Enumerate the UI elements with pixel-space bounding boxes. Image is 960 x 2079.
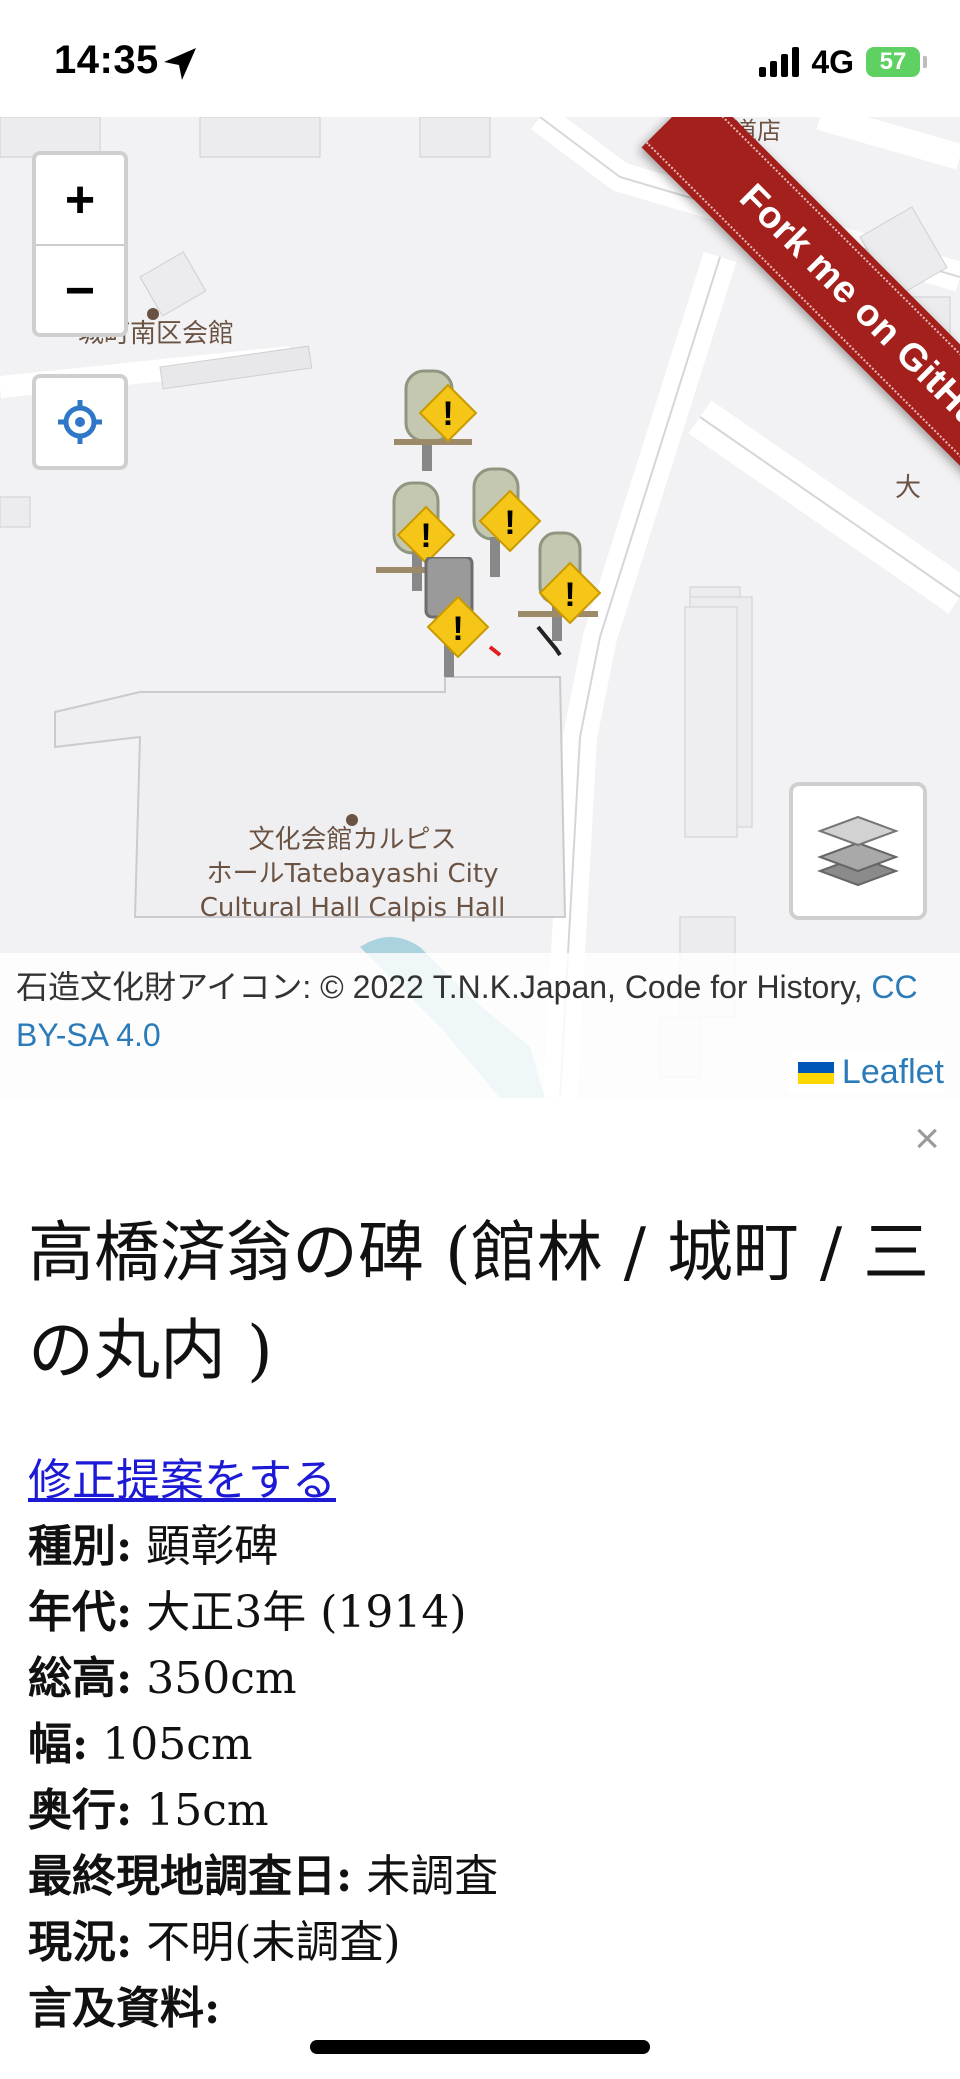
suggest-edit-link[interactable]: 修正提案をする bbox=[28, 1455, 336, 1506]
map-view[interactable]: 城町南区会館 日装道店 大 文化会館カルピス ホールTatebayashi Ci… bbox=[0, 117, 960, 1098]
crosshair-icon bbox=[58, 400, 102, 444]
attribution-text: 石造文化財アイコン: © 2022 T.N.K.Japan, Code for … bbox=[16, 969, 918, 1053]
locate-button[interactable] bbox=[32, 374, 128, 470]
layers-button[interactable] bbox=[789, 782, 927, 920]
property-row: 現況: 不明(未調査) bbox=[28, 1917, 401, 1968]
zoom-in-button[interactable]: + bbox=[36, 155, 124, 246]
layers-icon bbox=[817, 815, 899, 887]
stone-monument-marker[interactable]: ! bbox=[392, 365, 484, 475]
status-indicators: 4G 57 bbox=[759, 42, 927, 82]
svg-text:!: ! bbox=[442, 395, 453, 433]
zoom-control: + − bbox=[32, 151, 128, 337]
property-row: 奥行: 15cm bbox=[28, 1785, 269, 1836]
status-time: 14:35 bbox=[54, 38, 159, 82]
zoom-out-button[interactable]: − bbox=[36, 246, 124, 333]
ukraine-flag-icon bbox=[797, 1061, 834, 1084]
property-list: 修正提案をする 種別: 顕彰碑 年代: 大正3年 (1914) 総高: 350c… bbox=[28, 1448, 948, 2042]
property-row: 幅: 105cm bbox=[28, 1719, 253, 1770]
info-panel: × 高橋済翁の碑 (館林 / 城町 / 三の丸内 ) 修正提案をする 種別: 顕… bbox=[0, 1098, 960, 2079]
monument-title: 高橋済翁の碑 (館林 / 城町 / 三の丸内 ) bbox=[28, 1214, 930, 1389]
map-attribution: 石造文化財アイコン: © 2022 T.N.K.Japan, Code for … bbox=[0, 953, 960, 1098]
network-type: 4G bbox=[811, 43, 854, 80]
location-arrow-icon bbox=[164, 48, 196, 80]
property-row: 言及資料: bbox=[28, 1983, 221, 2034]
svg-text:!: ! bbox=[564, 576, 575, 614]
close-button[interactable]: × bbox=[914, 1114, 940, 1164]
svg-text:!: ! bbox=[452, 610, 463, 648]
leaflet-link[interactable]: Leaflet bbox=[787, 1053, 944, 1092]
battery-level: 57 bbox=[879, 48, 907, 75]
signal-icon bbox=[759, 47, 800, 77]
map-arrow bbox=[536, 625, 562, 657]
property-row: 年代: 大正3年 (1914) bbox=[28, 1587, 467, 1638]
property-row: 総高: 350cm bbox=[28, 1653, 297, 1704]
home-indicator[interactable] bbox=[310, 2040, 650, 2054]
battery-icon: 57 bbox=[866, 47, 927, 77]
poi-dot bbox=[147, 308, 159, 320]
stone-monument-marker[interactable]: ! bbox=[410, 557, 502, 687]
svg-text:!: ! bbox=[504, 504, 515, 542]
map-label-cultural-hall: 文化会館カルピス ホールTatebayashi City Cultural Ha… bbox=[199, 825, 506, 923]
property-row: 最終現地調査日: 未調査 bbox=[28, 1851, 499, 1902]
github-ribbon-text: Fork me on GitHub bbox=[731, 175, 960, 454]
github-ribbon[interactable]: Fork me on GitHub bbox=[520, 117, 960, 557]
svg-text:!: ! bbox=[420, 517, 431, 555]
property-row: 種別: 顕彰碑 bbox=[28, 1521, 279, 1572]
status-bar: 14:35 4G 57 bbox=[0, 0, 960, 117]
